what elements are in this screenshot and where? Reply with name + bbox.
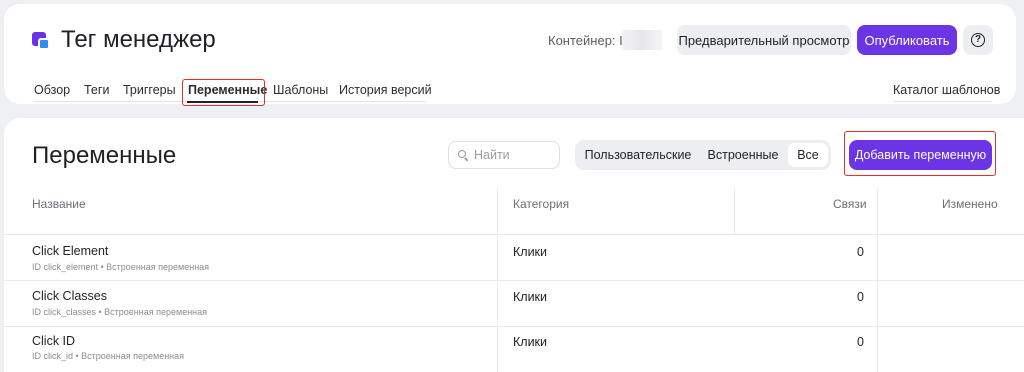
search-input[interactable]: Найти [448, 141, 560, 169]
publish-button[interactable]: Опубликовать [857, 25, 957, 55]
column-divider [734, 188, 735, 234]
help-icon: ? [971, 33, 985, 47]
tab-overview[interactable]: Обзор [34, 83, 70, 97]
search-icon [458, 149, 469, 161]
column-header-category[interactable]: Категория [513, 197, 569, 211]
column-header-links[interactable]: Связи [833, 197, 867, 211]
template-catalog-link[interactable]: Каталог шаблонов [893, 83, 1000, 97]
page-title: Переменные [32, 142, 177, 169]
row-divider [4, 326, 1024, 327]
tab-triggers[interactable]: Триггеры [123, 83, 176, 97]
filter-all[interactable]: Все [788, 143, 828, 167]
filter-custom[interactable]: Пользовательские [579, 143, 697, 167]
variables-tab-highlight [182, 79, 265, 106]
variable-links-count: 0 [857, 245, 864, 259]
row-divider [4, 280, 1024, 281]
column-header-modified[interactable]: Изменено [942, 197, 998, 211]
column-header-name[interactable]: Название [32, 197, 86, 211]
variable-name[interactable]: Click ID [32, 334, 75, 348]
help-button[interactable]: ? [963, 25, 993, 55]
tab-version-history[interactable]: История версий [339, 83, 432, 97]
variable-name[interactable]: Click Element [32, 244, 108, 258]
app-logo[interactable]: Тег менеджер [32, 26, 216, 54]
row-divider [4, 234, 1024, 235]
filter-builtin[interactable]: Встроенные [699, 143, 787, 167]
preview-button[interactable]: Предварительный просмотр [677, 25, 851, 55]
variable-category: Клики [513, 245, 548, 259]
app-title: Тег менеджер [61, 26, 216, 53]
catalog-divider [893, 101, 991, 102]
variable-name[interactable]: Click Classes [32, 289, 107, 303]
add-variable-highlight [844, 131, 996, 176]
variable-meta: ID click_element • Встроенная переменная [32, 262, 210, 272]
variable-links-count: 0 [857, 335, 864, 349]
container-id-label: Контейнер: ID [548, 33, 633, 48]
variable-category: Клики [513, 335, 548, 349]
tag-manager-logo-icon [32, 30, 52, 50]
variable-meta: ID click_id • Встроенная переменная [32, 351, 185, 361]
tab-tags[interactable]: Теги [84, 83, 109, 97]
variable-category: Клики [513, 290, 548, 304]
variable-links-count: 0 [857, 290, 864, 304]
variable-meta: ID click_classes • Встроенная переменная [32, 307, 208, 317]
tab-templates[interactable]: Шаблоны [273, 83, 328, 97]
variable-type-filter: Пользовательские Встроенные Все [575, 140, 831, 170]
container-id-value-masked [622, 30, 662, 50]
search-placeholder: Найти [474, 148, 510, 162]
